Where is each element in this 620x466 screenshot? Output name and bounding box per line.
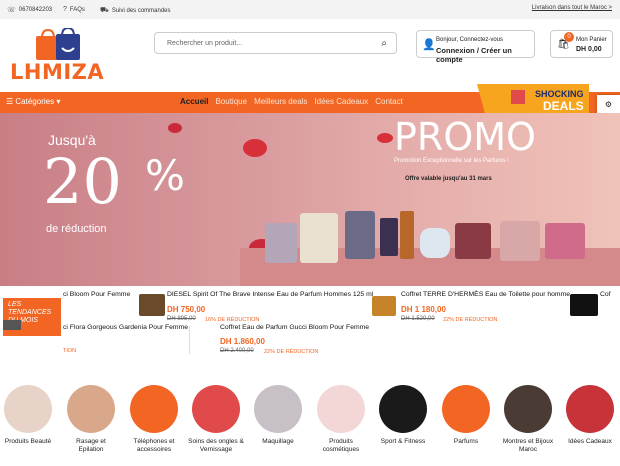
product-old-price: DH 1.520,00 bbox=[401, 316, 435, 322]
product-discount: 22% DE RÉDUCTION bbox=[443, 317, 498, 323]
category-carousel: Produits Beauté Rasage et Epilation Télé… bbox=[0, 385, 620, 466]
categories-label: Catégories bbox=[15, 97, 55, 106]
menu-icon: ☰ bbox=[6, 97, 14, 106]
product-old-price: DH 2.400,00 bbox=[220, 348, 254, 354]
hero-percent-sign: % bbox=[145, 151, 185, 200]
help-icon: ? bbox=[63, 6, 67, 13]
hero-offre: Offre valable jusqu'au 31 mars bbox=[405, 176, 492, 182]
category-rasage[interactable]: Rasage et Epilation bbox=[63, 385, 119, 453]
cart-count-badge: 0 bbox=[564, 32, 574, 42]
product-thumbnail[interactable] bbox=[570, 294, 598, 316]
nav-link-deals[interactable]: Meilleurs deals bbox=[254, 97, 307, 106]
truck-icon: ⛟ bbox=[100, 7, 109, 14]
account-greeting: Bonjour, Connectez-vous bbox=[436, 37, 504, 43]
account-button[interactable]: 👤 Bonjour, Connectez-vous Connexion / Cr… bbox=[416, 30, 535, 64]
category-label: Maquillage bbox=[262, 438, 294, 445]
nav-link-contact[interactable]: Contact bbox=[375, 97, 403, 106]
category-montres[interactable]: Montres et Bijoux Maroc bbox=[500, 385, 556, 453]
hero-promo-title: PROMO bbox=[394, 115, 536, 159]
brand-name: LHMIZA bbox=[10, 60, 105, 84]
search-icon[interactable]: ⌕ bbox=[381, 38, 387, 49]
category-label: Rasage et Epilation bbox=[76, 438, 106, 453]
cart-total: DH 0,00 bbox=[576, 46, 602, 53]
ticker-item[interactable]: ci Flora Gorgeous Gardenia Pour Femme bbox=[63, 324, 188, 331]
category-label: Montres et Bijoux Maroc bbox=[502, 438, 554, 453]
svg-text:SHOCKING: SHOCKING bbox=[535, 89, 584, 99]
category-image bbox=[192, 385, 240, 433]
ticker-item[interactable]: Coffret Eau de Parfum Gucci Bloom Pour F… bbox=[220, 324, 369, 331]
cart-label: Mon Panier bbox=[576, 37, 607, 43]
category-label: Téléphones et accessoires bbox=[133, 438, 175, 453]
hero-percent: 20 bbox=[43, 145, 122, 218]
product-discount: TION bbox=[63, 348, 77, 354]
category-label: Sport & Fitness bbox=[380, 438, 426, 445]
shocking-deals-badge[interactable]: SHOCKING DEALS bbox=[477, 82, 589, 116]
nav-link-boutique[interactable]: Boutique bbox=[215, 97, 247, 106]
category-label: Parfums bbox=[453, 438, 479, 445]
nav-link-cadeaux[interactable]: Idées Cadeaux bbox=[314, 97, 368, 106]
account-login-label: Connexion / Créer un compte bbox=[436, 46, 512, 64]
hero-banner[interactable]: Jusqu'à 20 % de réduction PROMO Promotio… bbox=[0, 113, 620, 286]
hero-promo-subtitle: Promotion Exceptionnelle sur les Parfums… bbox=[394, 158, 509, 164]
category-image bbox=[504, 385, 552, 433]
svg-text:DEALS: DEALS bbox=[543, 99, 584, 113]
user-icon: 👤 bbox=[422, 39, 436, 51]
ticker-divider bbox=[189, 326, 190, 354]
nav-link-accueil[interactable]: Accueil bbox=[180, 97, 208, 106]
category-label: Idées Cadeaux bbox=[568, 438, 612, 445]
categories-dropdown[interactable]: ☰ Catégories ▾ bbox=[6, 97, 60, 106]
category-parfums[interactable]: Parfums bbox=[438, 385, 494, 446]
ticker-item[interactable]: Cof bbox=[600, 291, 611, 298]
category-image bbox=[566, 385, 614, 433]
search-input[interactable]: Rechercher un produit... ⌕ bbox=[154, 32, 397, 54]
category-sport[interactable]: Sport & Fitness bbox=[375, 385, 431, 446]
category-label: Produits cosmétiques bbox=[322, 438, 360, 453]
product-old-price: DH 895,00 bbox=[167, 316, 196, 322]
trending-label: LES TENDANCES DU MOIS bbox=[3, 298, 61, 336]
category-image bbox=[442, 385, 490, 433]
ticker-item[interactable]: DIESEL Spirit Of The Brave Intense Eau d… bbox=[167, 291, 373, 298]
category-ongles[interactable]: Soins des ongles & Vernissage bbox=[188, 385, 244, 453]
shopping-bag-logo-icon bbox=[36, 28, 80, 60]
product-discount: 16% DE RÉDUCTION bbox=[205, 317, 260, 323]
top-bar: ☏ 0670842203 ? FAQs ⛟ Suivi des commandes L… bbox=[0, 0, 620, 19]
settings-sliders-icon[interactable]: ⚙ bbox=[597, 95, 620, 115]
trending-ticker: LES TENDANCES DU MOIS ci Bloom Pour Femm… bbox=[0, 286, 620, 356]
site-logo[interactable]: LHMIZA bbox=[10, 28, 105, 86]
product-price: DH 750,00 bbox=[167, 305, 206, 314]
phone-link[interactable]: ☏ 0670842203 bbox=[7, 6, 52, 14]
product-price: DH 1.860,00 bbox=[220, 337, 265, 346]
category-image bbox=[67, 385, 115, 433]
ticker-item[interactable]: Coffret TERRE D'HERMÈS Eau de Toilette p… bbox=[401, 291, 570, 298]
product-discount: 22% DE RÉDUCTION bbox=[264, 349, 319, 355]
faqs-label: FAQs bbox=[69, 6, 85, 13]
shipping-link[interactable]: Livraison dans tout le Maroc > bbox=[532, 5, 612, 11]
orders-label: Suivi des commandes bbox=[111, 7, 171, 14]
product-price: DH 1 180,00 bbox=[401, 305, 446, 314]
category-produits-beaute[interactable]: Produits Beauté bbox=[0, 385, 56, 446]
category-image bbox=[379, 385, 427, 433]
category-image bbox=[130, 385, 178, 433]
product-thumbnail[interactable] bbox=[139, 294, 165, 316]
ticker-item[interactable]: ci Bloom Pour Femme bbox=[63, 291, 130, 298]
category-maquillage[interactable]: Maquillage bbox=[250, 385, 306, 446]
orders-link[interactable]: ⛟ Suivi des commandes bbox=[100, 6, 171, 15]
cart-button[interactable]: 🛍 0 Mon Panier DH 0,00 bbox=[550, 30, 613, 58]
phone-number: 0670842203 bbox=[18, 7, 53, 13]
category-label: Soins des ongles & Vernissage bbox=[188, 438, 244, 453]
phone-icon: ☏ bbox=[7, 7, 16, 14]
ticker-arrow[interactable] bbox=[3, 320, 21, 330]
category-image bbox=[254, 385, 302, 433]
faqs-link[interactable]: ? FAQs bbox=[63, 6, 85, 13]
category-image bbox=[4, 385, 52, 433]
product-thumbnail[interactable] bbox=[372, 296, 396, 316]
hero-reduction: de réduction bbox=[46, 223, 107, 235]
search-placeholder: Rechercher un produit... bbox=[167, 40, 243, 47]
category-image bbox=[317, 385, 365, 433]
category-label: Produits Beauté bbox=[4, 438, 52, 445]
category-cosmetiques[interactable]: Produits cosmétiques bbox=[313, 385, 369, 453]
category-cadeaux[interactable]: Idées Cadeaux bbox=[562, 385, 618, 446]
category-telephones[interactable]: Téléphones et accessoires bbox=[126, 385, 182, 453]
